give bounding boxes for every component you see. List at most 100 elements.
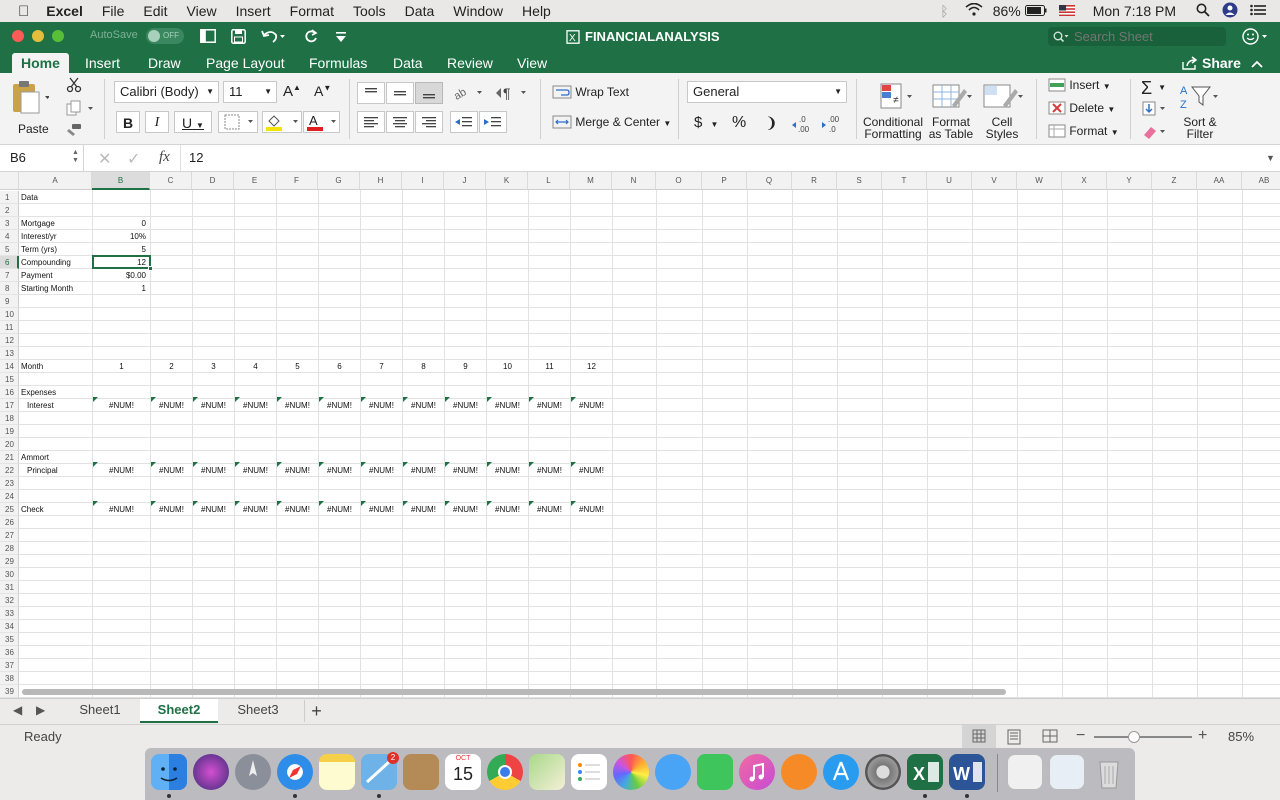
books-icon[interactable] [781, 754, 817, 790]
row-header[interactable]: 22 [0, 464, 19, 477]
error-cell[interactable]: #NUM! [278, 399, 317, 412]
tab-view[interactable]: View [508, 53, 556, 73]
name-box[interactable]: B6 ▲ ▼ [0, 145, 84, 171]
error-cell[interactable]: #NUM! [94, 503, 149, 516]
align-bottom-button[interactable] [415, 82, 443, 104]
finder-icon[interactable] [151, 754, 187, 790]
error-indicator-icon[interactable] [151, 462, 156, 467]
cell-value[interactable]: 1 [94, 282, 149, 295]
spreadsheet-grid[interactable]: A B C D E F G H I J K L M N O P Q R S T U V W X Y Z AA AB 1 2 3 4 5 6 7 8 9 1… [0, 172, 1280, 698]
tab-draw[interactable]: Draw [139, 53, 190, 73]
row-header[interactable]: 3 [0, 217, 19, 230]
column-header[interactable]: L [528, 172, 570, 190]
decrease-font-size-icon[interactable]: A▼ [314, 83, 331, 99]
bluetooth-icon[interactable]: ᛒ [940, 3, 948, 19]
menu-app-name[interactable]: Excel [46, 3, 83, 19]
redo-icon[interactable] [304, 29, 318, 48]
previous-sheet-icon[interactable]: ◀ [13, 703, 22, 717]
error-cell[interactable]: #NUM! [278, 464, 317, 477]
format-cells-button[interactable]: Format ▼ [1048, 124, 1119, 138]
error-indicator-icon[interactable] [151, 397, 156, 402]
row-header[interactable]: 10 [0, 308, 19, 321]
chrome-icon[interactable] [487, 754, 523, 790]
align-right-button[interactable] [415, 111, 443, 133]
column-header[interactable]: I [402, 172, 444, 190]
active-cell-selection[interactable] [92, 255, 151, 269]
menu-file[interactable]: File [102, 3, 125, 19]
error-indicator-icon[interactable] [529, 462, 534, 467]
month-header-cell[interactable]: 6 [320, 360, 359, 373]
excel-app-icon[interactable]: X [907, 754, 943, 790]
cell-label[interactable]: Starting Month [21, 282, 91, 295]
error-indicator-icon[interactable] [235, 462, 240, 467]
facetime-icon[interactable] [697, 754, 733, 790]
column-header[interactable]: J [444, 172, 486, 190]
error-cell[interactable]: #NUM! [152, 503, 191, 516]
conditional-formatting-button[interactable]: ≠ Conditional Formatting [862, 81, 924, 143]
tab-insert[interactable]: Insert [76, 53, 129, 73]
error-indicator-icon[interactable] [571, 397, 576, 402]
error-cell[interactable]: #NUM! [320, 464, 359, 477]
cell-label[interactable]: Data [21, 191, 91, 204]
error-cell[interactable]: #NUM! [446, 399, 485, 412]
accounting-format-button[interactable]: $ ▼ [694, 114, 718, 131]
notes-icon[interactable] [319, 754, 355, 790]
row-header[interactable]: 29 [0, 555, 19, 568]
format-as-table-button[interactable]: Format as Table [927, 81, 975, 143]
row-header[interactable]: 5 [0, 243, 19, 256]
paste-button[interactable]: Paste [9, 80, 55, 140]
column-header[interactable]: D [192, 172, 234, 190]
fill-color-button[interactable] [262, 111, 302, 133]
bold-button[interactable]: B [116, 111, 140, 133]
column-header[interactable]: E [234, 172, 276, 190]
minimize-window-button[interactable] [32, 30, 44, 42]
cell-label[interactable]: Compounding [21, 256, 91, 269]
error-cell[interactable]: #NUM! [404, 399, 443, 412]
normal-view-icon[interactable] [962, 725, 996, 748]
column-header[interactable]: C [150, 172, 192, 190]
error-indicator-icon[interactable] [319, 397, 324, 402]
month-header-cell[interactable]: 2 [152, 360, 191, 373]
increase-font-size-icon[interactable]: A▲ [283, 83, 301, 100]
row-header[interactable]: 34 [0, 620, 19, 633]
month-header-cell[interactable]: 11 [530, 360, 569, 373]
zoom-in-icon[interactable]: + [1198, 727, 1207, 745]
row-header[interactable]: 19 [0, 425, 19, 438]
row-header[interactable]: 11 [0, 321, 19, 334]
error-cell[interactable]: #NUM! [194, 464, 233, 477]
format-painter-icon[interactable] [66, 123, 82, 142]
cell-label[interactable]: Mortgage [21, 217, 91, 230]
menu-data[interactable]: Data [405, 3, 435, 19]
error-indicator-icon[interactable] [235, 397, 240, 402]
column-header[interactable]: A [19, 172, 92, 190]
error-cell[interactable]: #NUM! [362, 503, 401, 516]
confirm-entry-icon[interactable]: ✓ [127, 149, 140, 169]
select-all-corner[interactable] [0, 172, 19, 190]
expand-formula-bar-icon[interactable]: ▼ [1266, 153, 1275, 163]
row-header[interactable]: 37 [0, 659, 19, 672]
row-header[interactable]: 26 [0, 516, 19, 529]
cell-label[interactable]: Check [21, 503, 91, 516]
error-cell[interactable]: #NUM! [572, 399, 611, 412]
row-header[interactable]: 15 [0, 373, 19, 386]
error-cell[interactable]: #NUM! [362, 464, 401, 477]
customize-toolbar-icon[interactable] [335, 30, 347, 48]
zoom-out-icon[interactable]: − [1076, 727, 1085, 745]
error-indicator-icon[interactable] [529, 501, 534, 506]
paragraph-direction-icon[interactable]: ¶ [494, 84, 530, 105]
increase-decimal-icon[interactable]: .0.00 [791, 113, 815, 138]
align-top-button[interactable] [357, 82, 385, 104]
error-indicator-icon[interactable] [93, 462, 98, 467]
row-header[interactable]: 6 [0, 256, 19, 269]
error-indicator-icon[interactable] [277, 397, 282, 402]
error-cell[interactable]: #NUM! [94, 464, 149, 477]
downloads-folder-icon[interactable] [1049, 754, 1085, 790]
error-indicator-icon[interactable] [403, 397, 408, 402]
font-color-button[interactable]: A [303, 111, 340, 133]
row-header[interactable]: 17 [0, 399, 19, 412]
row-header[interactable]: 36 [0, 646, 19, 659]
month-header-cell[interactable]: 1 [94, 360, 149, 373]
error-indicator-icon[interactable] [319, 501, 324, 506]
italic-button[interactable]: I [145, 111, 169, 133]
cell-value[interactable]: 0 [94, 217, 149, 230]
